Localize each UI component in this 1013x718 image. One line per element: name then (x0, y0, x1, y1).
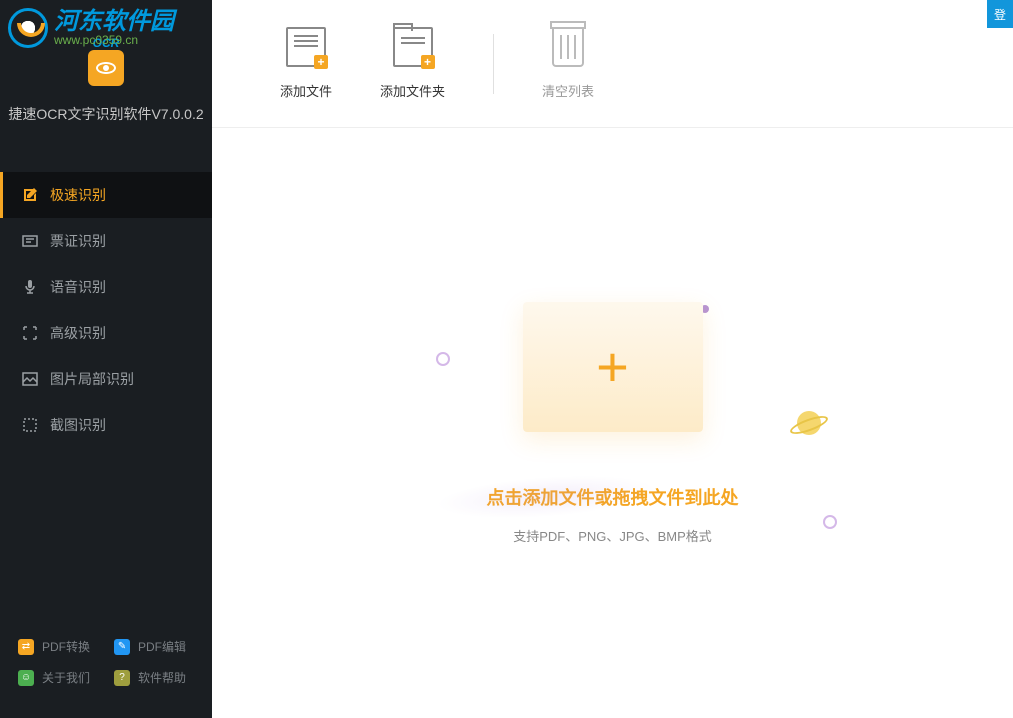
clear-list-button[interactable]: 清空列表 (518, 27, 618, 100)
watermark-text: 河东软件园 www.pc0359.cn (54, 10, 174, 46)
tool-label: 添加文件夹 (380, 81, 445, 100)
drop-subtitle: 支持PDF、PNG、JPG、BMP格式 (513, 526, 712, 545)
decoration-swoosh (435, 470, 657, 525)
nav-label: 票证识别 (50, 231, 106, 251)
decoration-planet-icon (797, 411, 821, 435)
toolbar: + 添加文件 + 添加文件夹 清空列表 (212, 0, 1013, 128)
login-button[interactable]: 登 (987, 0, 1013, 28)
add-file-button[interactable]: + 添加文件 (256, 27, 356, 100)
edit-icon (22, 187, 38, 203)
tool-label: 清空列表 (542, 81, 594, 100)
plus-badge-icon: + (421, 55, 435, 69)
nav-label: 极速识别 (50, 185, 106, 205)
nav-label: 截图识别 (50, 415, 106, 435)
decoration-circle-icon (436, 352, 450, 366)
nav-item-screenshot-recognition[interactable]: 截图识别 (0, 402, 212, 448)
link-label: 关于我们 (42, 669, 90, 686)
pdf-edit-icon: ✎ (114, 639, 130, 655)
app-title: 捷速OCR文字识别软件V7.0.0.2 (8, 104, 203, 124)
nav-item-advanced-recognition[interactable]: 高级识别 (0, 310, 212, 356)
bottom-links: ⇄ PDF转换 ✎ PDF编辑 ☺ 关于我们 ? 软件帮助 (0, 626, 212, 718)
watermark-logo-icon (8, 8, 48, 48)
nav-label: 高级识别 (50, 323, 106, 343)
link-pdf-edit[interactable]: ✎ PDF编辑 (114, 638, 186, 655)
drop-area[interactable]: ✦ + 点击添加文件或拖拽文件到此处 支持PDF、PNG、JPG、BMP格式 (212, 128, 1013, 718)
add-file-card[interactable]: + (523, 302, 703, 432)
help-icon: ? (114, 670, 130, 686)
tool-label: 添加文件 (280, 81, 332, 100)
add-file-icon: + (286, 27, 326, 67)
plus-badge-icon: + (314, 55, 328, 69)
sidebar: 河东软件园 www.pc0359.cn OCR 捷速OCR文字识别软件V7.0.… (0, 0, 212, 718)
add-folder-button[interactable]: + 添加文件夹 (356, 27, 469, 100)
app-logo-icon: OCR (88, 50, 124, 86)
nav-item-voice-recognition[interactable]: 语音识别 (0, 264, 212, 310)
image-icon (22, 371, 38, 387)
add-folder-icon: + (393, 27, 433, 67)
microphone-icon (22, 279, 38, 295)
nav-item-ticket-recognition[interactable]: 票证识别 (0, 218, 212, 264)
nav-label: 语音识别 (50, 277, 106, 297)
watermark-title: 河东软件园 (54, 10, 174, 34)
link-pdf-convert[interactable]: ⇄ PDF转换 (18, 638, 90, 655)
ticket-icon (22, 233, 38, 249)
nav-item-image-area-recognition[interactable]: 图片局部识别 (0, 356, 212, 402)
screenshot-icon (22, 417, 38, 433)
login-label: 登 (994, 6, 1006, 23)
decoration-circle-icon (823, 515, 837, 529)
link-about[interactable]: ☺ 关于我们 (18, 669, 90, 686)
watermark-url: www.pc0359.cn (54, 34, 174, 46)
link-help[interactable]: ? 软件帮助 (114, 669, 186, 686)
eye-icon (96, 62, 116, 74)
pdf-convert-icon: ⇄ (18, 639, 34, 655)
about-icon: ☺ (18, 670, 34, 686)
nav-item-fast-recognition[interactable]: 极速识别 (0, 172, 212, 218)
main-content: 登 + 添加文件 + 添加文件夹 清空列表 ✦ + (212, 0, 1013, 718)
plus-icon: + (596, 334, 629, 399)
link-label: PDF转换 (42, 638, 90, 655)
link-label: PDF编辑 (138, 638, 186, 655)
nav-menu: 极速识别 票证识别 语音识别 高级识别 图片局部识别 (0, 172, 212, 626)
trash-icon (552, 27, 584, 67)
link-label: 软件帮助 (138, 669, 186, 686)
scan-icon (22, 325, 38, 341)
toolbar-divider (493, 34, 494, 94)
nav-label: 图片局部识别 (50, 369, 134, 389)
watermark-overlay: 河东软件园 www.pc0359.cn (8, 8, 174, 48)
